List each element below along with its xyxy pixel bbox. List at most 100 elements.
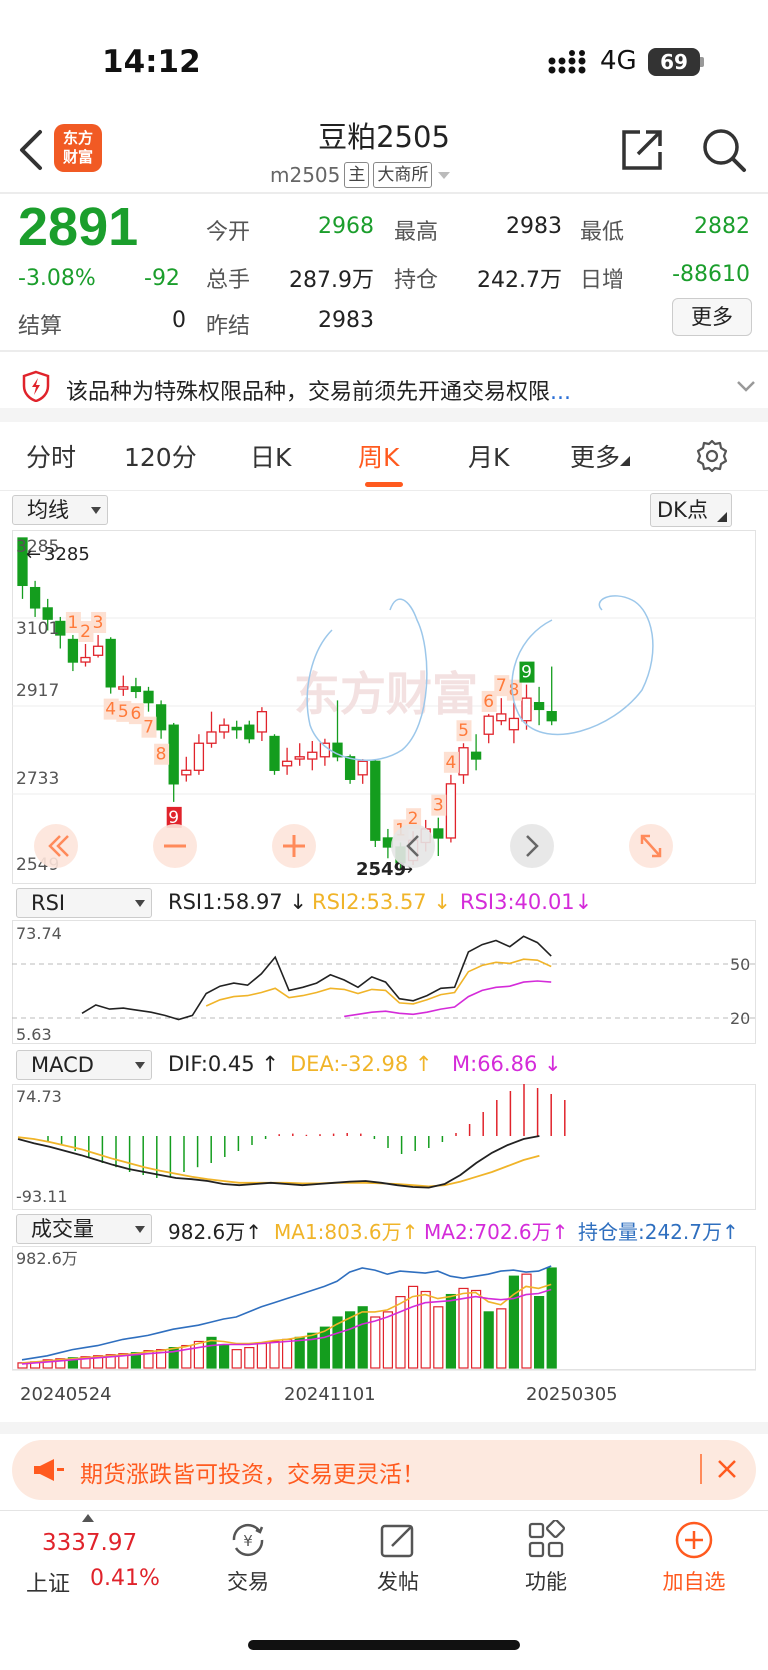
watermark: 东方财富: [294, 667, 478, 721]
next-button[interactable]: [510, 824, 554, 868]
volume-chart: 982.6万: [12, 1246, 756, 1370]
candle-body: [67, 638, 79, 663]
nav-post[interactable]: 发帖: [353, 1566, 443, 1596]
candle-body: [218, 724, 230, 733]
promo-text[interactable]: 期货涨跌皆可投资，交易更灵活！: [80, 1455, 425, 1489]
candle: [206, 711, 217, 748]
rsi-y-top: 73.74: [16, 924, 62, 943]
candle: [118, 675, 129, 696]
permission-notice[interactable]: 该品种为特殊权限品种，交易前须先开通交易权限...: [66, 374, 571, 406]
rsi1-series: [81, 935, 552, 1021]
back-arrow-icon[interactable]: [16, 128, 48, 172]
active-tab-indicator: [365, 482, 403, 487]
app-logo: 东方 财富: [54, 124, 102, 172]
volume-bar: [445, 1293, 456, 1369]
tab-more[interactable]: 更多: [570, 438, 631, 474]
tab-monthly-k[interactable]: 月K: [468, 438, 509, 474]
index-name: 上证: [26, 1572, 71, 1597]
candle-body: [130, 686, 142, 693]
y-label: 2733: [16, 769, 59, 789]
tab-weekly-k[interactable]: 周K: [358, 438, 399, 474]
tab-more-label: 更多: [570, 443, 621, 472]
macd-chart: 74.73 -93.11: [12, 1084, 756, 1210]
seq-number: 3: [93, 613, 104, 633]
notice-text: 该品种为特殊权限品种，交易前须先开通交易权限: [66, 380, 551, 405]
zoom-in-button[interactable]: [272, 824, 316, 868]
volume-ma2: MA2:702.6万↑: [424, 1220, 569, 1244]
warning-shield-icon: [22, 370, 50, 402]
candle: [80, 644, 91, 667]
seq-number: 4: [445, 753, 456, 773]
home-indicator[interactable]: [248, 1640, 520, 1650]
chevron-down-icon[interactable]: [734, 376, 758, 396]
candle: [357, 759, 368, 784]
candle: [29, 580, 41, 617]
volume-bar: [269, 1340, 280, 1369]
volume-current: 982.6万↑: [168, 1220, 263, 1244]
seq-number: 9: [521, 663, 532, 683]
nav-add-watchlist[interactable]: 加自选: [649, 1566, 739, 1596]
volume-selector-label: 成交量: [31, 1217, 94, 1241]
candle: [382, 828, 394, 859]
candle: [483, 713, 494, 744]
rsi2-text: RSI2:53.57: [312, 890, 427, 914]
x-axis: 20240524 20241101 20250305: [12, 1370, 756, 1405]
macd-selector-label: MACD: [31, 1053, 94, 1077]
volume-bar: [193, 1340, 204, 1369]
dk-point-selector[interactable]: DK点: [650, 493, 732, 527]
open-interest-text: 持仓量:242.7万: [578, 1220, 722, 1244]
share-icon[interactable]: [618, 126, 666, 174]
trade-icon[interactable]: ¥: [228, 1520, 268, 1560]
volume-bar: [508, 1275, 519, 1369]
high-marker-value: 3285: [44, 544, 90, 565]
candle-body: [206, 731, 217, 744]
status-time: 14:12: [102, 44, 201, 80]
volume-bar: [219, 1344, 230, 1369]
dif-series: [17, 1135, 540, 1189]
candle: [508, 702, 520, 744]
tab-daily-k[interactable]: 日K: [250, 438, 291, 474]
scroll-left-button[interactable]: [34, 824, 78, 868]
candle: [256, 707, 268, 741]
rsi-selector[interactable]: RSI: [16, 888, 152, 918]
contract-code: m2505: [270, 163, 341, 187]
close-icon[interactable]: [714, 1456, 740, 1482]
divider: [0, 350, 768, 352]
ma-selector[interactable]: 均线: [12, 495, 108, 525]
candle: [521, 684, 532, 730]
low-value: 2882: [694, 214, 750, 239]
functions-grid-icon[interactable]: [526, 1520, 566, 1560]
rsi3-value: RSI3:40.01↓: [460, 890, 593, 914]
candlestick-chart[interactable]: 东方财富 3285 3101 2917 2733 2549 ← 3285 254…: [12, 530, 756, 884]
volume-selector[interactable]: 成交量: [16, 1214, 152, 1244]
seq-number: 7: [496, 676, 507, 696]
prev-settle-label: 昨结: [206, 314, 251, 339]
corner-caret-icon: [620, 456, 631, 466]
macd-selector[interactable]: MACD: [16, 1050, 152, 1080]
candle-body: [231, 726, 242, 731]
add-watchlist-icon[interactable]: [674, 1520, 714, 1560]
edit-post-icon[interactable]: [378, 1520, 418, 1560]
contract-subline[interactable]: m2505 主 大商所: [270, 160, 452, 190]
more-fields-button[interactable]: 更多: [672, 298, 752, 336]
search-icon[interactable]: [700, 126, 748, 174]
nav-trade[interactable]: 交易: [203, 1566, 293, 1596]
fullscreen-button[interactable]: [629, 824, 673, 868]
candle: [281, 747, 293, 775]
zoom-out-button[interactable]: [153, 824, 197, 868]
corner-caret-icon: [717, 512, 727, 522]
index-change: 0.41%: [90, 1566, 160, 1591]
y-label: 3101: [16, 619, 59, 639]
index-value[interactable]: 3337.97: [42, 1530, 137, 1556]
candle: [143, 686, 154, 712]
volume-bar: [395, 1295, 406, 1369]
divider: [0, 192, 768, 194]
candle: [155, 700, 167, 739]
nav-functions[interactable]: 功能: [501, 1566, 591, 1596]
candle: [105, 637, 116, 694]
tab-120min[interactable]: 120分: [124, 438, 197, 474]
seq-number: 4: [105, 700, 116, 720]
tab-intraday[interactable]: 分时: [26, 438, 76, 474]
prev-button[interactable]: [391, 824, 435, 868]
gear-icon[interactable]: [694, 438, 730, 474]
